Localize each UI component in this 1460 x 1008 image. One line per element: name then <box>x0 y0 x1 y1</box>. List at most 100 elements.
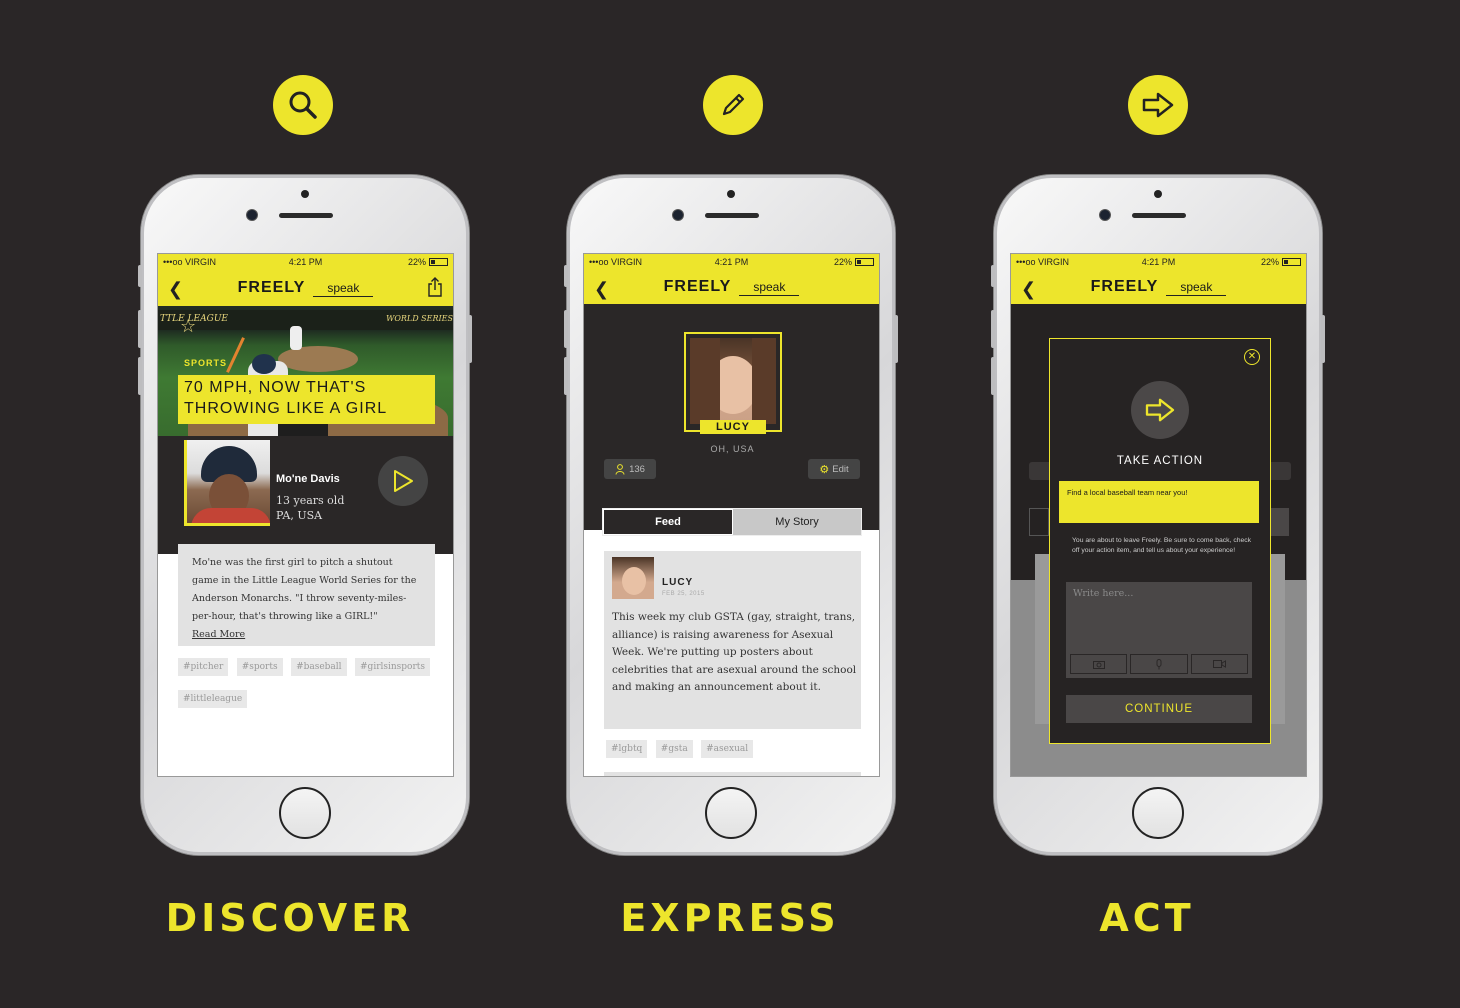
sensor <box>301 190 309 198</box>
search-icon-badge <box>273 75 333 135</box>
close-icon: ✕ <box>1247 351 1257 362</box>
search-icon <box>289 91 317 119</box>
screen-express: •••oo VIRGIN 4:21 PM 22% ❮ FREELY speak L… <box>583 253 880 777</box>
person-location: PA, USA <box>276 509 323 522</box>
home-button[interactable] <box>705 787 757 839</box>
post-card: LUCY FEB 25, 2015 This week my club GSTA… <box>604 551 861 729</box>
app-logo: FREELY speak <box>1011 278 1306 296</box>
clock: 4:21 PM <box>714 257 749 267</box>
status-bar: •••oo VIRGIN 4:21 PM 22% <box>158 254 453 270</box>
front-camera <box>247 210 257 220</box>
caption-act: ACT <box>1099 896 1195 940</box>
tab-my-story[interactable]: My Story <box>733 509 861 535</box>
category-label: SPORTS <box>184 358 228 368</box>
battery-icon <box>855 258 874 266</box>
post-author: LUCY <box>662 577 694 588</box>
nav-bar: ❮ FREELY speak <box>158 270 453 306</box>
tab-feed[interactable]: Feed <box>603 509 733 535</box>
story-body: Mo'ne was the first girl to pitch a shut… <box>192 557 417 622</box>
tag[interactable]: #girlsinsports <box>355 658 431 676</box>
textarea-placeholder: Write here... <box>1073 588 1134 599</box>
play-button[interactable] <box>378 456 428 506</box>
story-card: Mo'ne was the first girl to pitch a shut… <box>178 544 435 646</box>
earpiece <box>1132 213 1186 218</box>
gear-icon: ⚙ <box>819 463 830 476</box>
headline-line-2: THROWING LIKE A GIRL <box>184 400 388 417</box>
tag[interactable]: #lgbtq <box>606 740 648 758</box>
play-icon <box>394 470 413 492</box>
phone-act: •••oo VIRGIN 4:21 PM 22% ❮ FREELY speak ✕… <box>991 175 1325 855</box>
followers-chip[interactable]: 136 <box>604 459 656 479</box>
tag[interactable]: #sports <box>236 658 283 676</box>
close-button[interactable]: ✕ <box>1244 349 1260 365</box>
profile-avatar[interactable] <box>684 332 782 432</box>
tag[interactable]: #littleleague <box>178 690 248 708</box>
tag[interactable]: #asexual <box>701 740 754 758</box>
screen-act: •••oo VIRGIN 4:21 PM 22% ❮ FREELY speak ✕… <box>1010 253 1307 777</box>
continue-button[interactable]: CONTINUE <box>1066 695 1252 723</box>
status-bar: •••oo VIRGIN 4:21 PM 22% <box>584 254 879 270</box>
arrow-right-icon <box>1145 398 1175 422</box>
sensor <box>1154 190 1162 198</box>
app-logo: FREELY speak <box>158 279 453 297</box>
followers-count: 136 <box>629 463 645 475</box>
person-age: 13 years old <box>276 494 345 507</box>
phone-express: •••oo VIRGIN 4:21 PM 22% ❮ FREELY speak L… <box>564 175 898 855</box>
video-icon <box>1212 660 1226 668</box>
headline-line-1: 70 MPH, NOW THAT'S <box>184 379 367 396</box>
tag[interactable]: #gsta <box>655 740 693 758</box>
post-date: FEB 25, 2015 <box>662 591 705 597</box>
tag[interactable]: #pitcher <box>178 658 229 676</box>
pencil-icon-badge <box>703 75 763 135</box>
earpiece <box>705 213 759 218</box>
front-camera <box>1100 210 1110 220</box>
pencil-icon <box>722 93 745 116</box>
tag-list: #lgbtq #gsta #asexual <box>606 738 866 764</box>
arrow-right-icon-badge <box>1128 75 1188 135</box>
sensor <box>727 190 735 198</box>
share-icon[interactable] <box>427 277 443 297</box>
post-body: This week my club GSTA (gay, straight, t… <box>612 611 857 693</box>
video-button[interactable] <box>1190 654 1248 674</box>
edit-label: Edit <box>832 463 849 475</box>
microphone-icon <box>1156 658 1162 669</box>
clock: 4:21 PM <box>288 257 323 267</box>
nav-bar: ❮ FREELY speak <box>1011 270 1306 304</box>
caption-discover: DISCOVER <box>165 896 415 940</box>
take-action-modal: ✕ TAKE ACTION Find a local baseball team… <box>1049 338 1271 744</box>
microphone-button[interactable] <box>1130 654 1188 674</box>
caption-express: EXPRESS <box>620 896 840 940</box>
profile-photo <box>184 440 270 526</box>
phone-discover: •••oo VIRGIN 4:21 PM 22% ❮ FREELY speak T… <box>138 175 472 855</box>
profile-name-badge: LUCY <box>700 420 766 434</box>
earpiece <box>279 213 333 218</box>
profile-location: OH, USA <box>710 444 755 454</box>
screen-discover: •••oo VIRGIN 4:21 PM 22% ❮ FREELY speak T… <box>157 253 454 777</box>
camera-icon <box>1092 660 1105 669</box>
action-item-box[interactable]: Find a local baseball team near you! <box>1059 481 1259 523</box>
tag[interactable]: #baseball <box>291 658 347 676</box>
person-icon <box>615 463 625 475</box>
post-avatar <box>612 557 654 599</box>
response-textarea[interactable]: Write here... <box>1066 582 1252 678</box>
battery-icon <box>429 258 448 266</box>
camera-button[interactable] <box>1070 654 1128 674</box>
action-item-text: Find a local baseball team near you! <box>1067 488 1188 497</box>
tab-bar: Feed My Story <box>602 508 862 536</box>
clock: 4:21 PM <box>1141 257 1176 267</box>
person-name: Mo'ne Davis <box>276 473 340 485</box>
headline-box[interactable]: 70 MPH, NOW THAT'S THROWING LIKE A GIRL <box>178 375 435 424</box>
home-button[interactable] <box>1132 787 1184 839</box>
hero-overlay-right: WORLD SERIES <box>386 314 453 323</box>
action-icon-circle <box>1131 381 1189 439</box>
read-more-link[interactable]: Read More <box>192 629 245 640</box>
home-button[interactable] <box>279 787 331 839</box>
battery-icon <box>1282 258 1301 266</box>
leave-notice: You are about to leave Freely. Be sure t… <box>1072 537 1252 554</box>
app-logo: FREELY speak <box>584 278 879 296</box>
nav-bar: ❮ FREELY speak <box>584 270 879 304</box>
edit-button[interactable]: ⚙ Edit <box>808 459 860 479</box>
modal-title: TAKE ACTION <box>1116 455 1204 467</box>
status-bar: •••oo VIRGIN 4:21 PM 22% <box>1011 254 1306 270</box>
front-camera <box>673 210 683 220</box>
